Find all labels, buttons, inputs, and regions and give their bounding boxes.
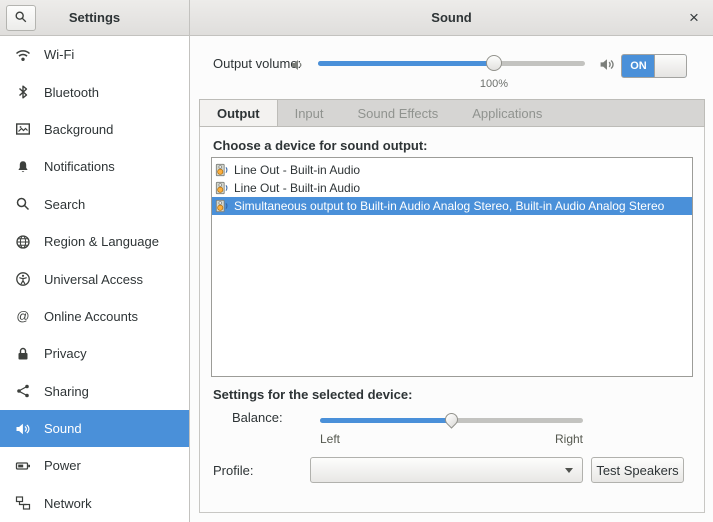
device-row[interactable]: Line Out - Built-in Audio: [212, 161, 692, 179]
sidebar-item-label: Sound: [44, 421, 82, 436]
svg-text:@: @: [16, 309, 29, 324]
tab-sound-effects[interactable]: Sound Effects: [341, 100, 456, 126]
output-volume-slider[interactable]: [318, 55, 585, 71]
tab-output[interactable]: Output: [200, 100, 278, 126]
wifi-icon: [15, 47, 31, 63]
chevron-down-icon: [565, 468, 573, 473]
sidebar-item-label: Search: [44, 197, 85, 212]
battery-icon: [15, 458, 31, 474]
device-name: Line Out - Built-in Audio: [234, 181, 360, 195]
tab-bar: Output Input Sound Effects Applications: [199, 99, 705, 127]
sidebar-item-universal-access[interactable]: Universal Access: [0, 260, 189, 297]
sidebar-item-power[interactable]: Power: [0, 447, 189, 484]
sidebar-item-label: Bluetooth: [44, 85, 99, 100]
sidebar-item-label: Online Accounts: [44, 309, 138, 324]
sidebar-item-sharing[interactable]: Sharing: [0, 373, 189, 410]
sidebar-item-label: Network: [44, 496, 92, 511]
notifications-icon: [15, 159, 31, 175]
profile-label: Profile:: [213, 463, 253, 478]
sidebar-item-label: Background: [44, 122, 113, 137]
slider-fill: [318, 61, 494, 66]
balance-label: Balance:: [232, 410, 283, 425]
switch-on-label: ON: [622, 55, 655, 77]
output-tab-page: Choose a device for sound output: Line O…: [199, 127, 705, 513]
sidebar-item-label: Privacy: [44, 346, 87, 361]
tab-input[interactable]: Input: [278, 100, 341, 126]
test-speakers-button[interactable]: Test Speakers: [591, 457, 684, 483]
volume-high-icon: [599, 56, 616, 76]
sidebar-item-network[interactable]: Network: [0, 485, 189, 522]
network-icon: [15, 495, 31, 511]
close-button[interactable]: ×: [681, 5, 707, 31]
balance-left-mark: Left: [320, 432, 340, 446]
main-headerbar: Sound ×: [190, 0, 713, 36]
slider-handle[interactable]: [486, 55, 502, 71]
sidebar-item-privacy[interactable]: Privacy: [0, 335, 189, 372]
tab-applications[interactable]: Applications: [455, 100, 559, 126]
speaker-icon: [15, 421, 31, 437]
balance-marks: Left Right: [320, 432, 583, 446]
slider-handle[interactable]: [442, 410, 460, 428]
audio-card-icon: [215, 181, 229, 195]
settings-window: Settings Sound × Wi-Fi Bluetooth Backgro…: [0, 0, 713, 522]
at-sign-icon: @: [15, 308, 31, 324]
sound-notebook: Output Input Sound Effects Applications …: [199, 99, 705, 513]
device-settings-label: Settings for the selected device:: [213, 387, 412, 402]
switch-knob[interactable]: [654, 55, 686, 77]
sidebar-item-online-accounts[interactable]: @ Online Accounts: [0, 298, 189, 335]
sidebar-item-sound[interactable]: Sound: [0, 410, 189, 447]
sidebar-item-search[interactable]: Search: [0, 186, 189, 223]
share-icon: [15, 383, 31, 399]
audio-card-icon: [215, 199, 229, 213]
panel-title: Sound: [190, 0, 713, 35]
sidebar-item-label: Region & Language: [44, 234, 159, 249]
sidebar: Wi-Fi Bluetooth Background Notifications…: [0, 36, 190, 522]
globe-icon: [15, 234, 31, 250]
sidebar-item-label: Notifications: [44, 159, 115, 174]
sidebar-item-notifications[interactable]: Notifications: [0, 148, 189, 185]
device-row[interactable]: Line Out - Built-in Audio: [212, 179, 692, 197]
universal-access-icon: [15, 271, 31, 287]
choose-device-label: Choose a device for sound output:: [213, 138, 428, 153]
balance-right-mark: Right: [555, 432, 583, 446]
output-volume-switch[interactable]: ON: [621, 54, 687, 78]
lock-icon: [15, 346, 31, 362]
volume-low-icon: [290, 57, 306, 76]
sidebar-item-background[interactable]: Background: [0, 111, 189, 148]
device-row-selected[interactable]: Simultaneous output to Built-in Audio An…: [212, 197, 692, 215]
sidebar-item-label: Wi-Fi: [44, 47, 74, 62]
settings-window-title: Settings: [0, 0, 189, 35]
output-volume-label: Output volume:: [213, 56, 301, 71]
profile-dropdown[interactable]: [310, 457, 583, 483]
volume-percent-label: 100%: [458, 78, 530, 90]
sidebar-item-label: Power: [44, 458, 81, 473]
search-icon: [15, 196, 31, 212]
sound-panel: Output volume: 100% ON Output Input Soun…: [190, 36, 713, 522]
sidebar-item-label: Sharing: [44, 384, 89, 399]
bluetooth-icon: [15, 84, 31, 100]
output-device-list: Line Out - Built-in Audio Line Out - Bui…: [211, 157, 693, 377]
sidebar-item-region-language[interactable]: Region & Language: [0, 223, 189, 260]
device-name: Line Out - Built-in Audio: [234, 163, 360, 177]
sidebar-item-wifi[interactable]: Wi-Fi: [0, 36, 189, 73]
sidebar-item-label: Universal Access: [44, 272, 143, 287]
sidebar-item-bluetooth[interactable]: Bluetooth: [0, 73, 189, 110]
background-icon: [15, 121, 31, 137]
device-name: Simultaneous output to Built-in Audio An…: [234, 199, 664, 213]
sidebar-headerbar: Settings: [0, 0, 190, 36]
balance-slider[interactable]: [320, 412, 583, 428]
audio-card-icon: [215, 163, 229, 177]
slider-fill: [320, 418, 452, 423]
